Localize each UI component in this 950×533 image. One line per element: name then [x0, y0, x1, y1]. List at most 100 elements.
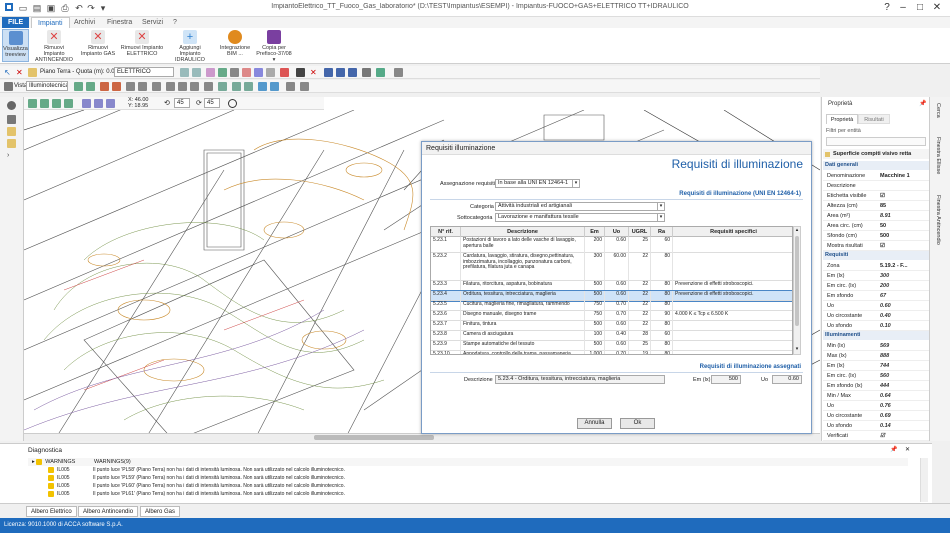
- layer-tool-icon[interactable]: [7, 127, 16, 136]
- diagnostic-row[interactable]: IL005 Il punto luce 'PL59' (Piano Terra) …: [28, 474, 908, 482]
- view-tool-16[interactable]: [270, 82, 279, 91]
- view-tool-9[interactable]: [178, 82, 187, 91]
- layer-icon-15[interactable]: [394, 68, 403, 77]
- layer-icon-5[interactable]: [230, 68, 239, 77]
- layer-icon-4[interactable]: [218, 68, 227, 77]
- property-row[interactable]: Min / Max 0.64: [823, 391, 929, 401]
- open-folder-icon[interactable]: ▤: [31, 2, 43, 14]
- property-row[interactable]: Em (lx) 300: [823, 271, 929, 281]
- layer-icon-12[interactable]: [336, 68, 345, 77]
- side-tab-ellisse[interactable]: Finestra Ellisse: [935, 137, 941, 174]
- snap-icon-2[interactable]: [94, 99, 103, 108]
- layer-icon-14[interactable]: [376, 68, 385, 77]
- assegnazione-select[interactable]: In base alla UNI EN 12464-1 ▾: [495, 179, 580, 188]
- col-em[interactable]: Em: [585, 227, 605, 237]
- property-value[interactable]: ☑: [880, 241, 928, 251]
- table-row[interactable]: 5.23.9 Stampe automatiche del tessuto 500 0…: [431, 341, 792, 351]
- property-section-header[interactable]: Requisiti: [823, 251, 929, 260]
- property-value[interactable]: 0.69: [880, 411, 928, 421]
- layer-icon-11[interactable]: [324, 68, 333, 77]
- table-row[interactable]: 5.23.10 Annodatura, controllo della trama…: [431, 351, 792, 354]
- col-ra[interactable]: Ra: [651, 227, 673, 237]
- undo-icon[interactable]: ↶: [73, 2, 85, 14]
- property-row[interactable]: Area (m²) 8.91: [823, 211, 929, 221]
- property-value[interactable]: Macchine 1: [880, 171, 928, 181]
- minimize-icon[interactable]: –: [896, 1, 910, 15]
- layer-icon-3[interactable]: [206, 68, 215, 77]
- property-value[interactable]: 500: [880, 231, 928, 241]
- hscroll-thumb[interactable]: [314, 435, 434, 440]
- property-value[interactable]: 0.60: [880, 301, 928, 311]
- canvas-hscrollbar[interactable]: [24, 433, 820, 441]
- remove-gas-button[interactable]: ✕ Rimuovi Impianto GAS: [80, 29, 116, 62]
- property-value[interactable]: 0.64: [880, 391, 928, 401]
- property-value[interactable]: 300: [880, 271, 928, 281]
- property-value[interactable]: 569: [880, 341, 928, 351]
- table-row[interactable]: 5.23.1 Postazioni di lavoro a lato delle …: [431, 237, 792, 253]
- view-select[interactable]: Illuminotecnica: [26, 81, 68, 91]
- property-row[interactable]: Em circ. (lx) 560: [823, 371, 929, 381]
- view-tool-8[interactable]: [166, 82, 175, 91]
- diagnostic-row[interactable]: IL005 Il punto luce 'PL61' (Piano Terra) …: [28, 490, 908, 498]
- tab-help[interactable]: ?: [167, 17, 183, 28]
- close-icon[interactable]: ✕: [930, 1, 944, 15]
- property-row[interactable]: Uo sfondo 0.10: [823, 321, 929, 331]
- property-value[interactable]: 0.10: [880, 321, 928, 331]
- property-row[interactable]: Min (lx) 569: [823, 341, 929, 351]
- side-tab-cerca[interactable]: Cerca: [935, 103, 941, 118]
- table-row[interactable]: 5.23.5 Cucitura, maglieria fine, rimaglia…: [431, 301, 792, 311]
- property-row[interactable]: Uo circostante 0.40: [823, 311, 929, 321]
- property-row[interactable]: Uo sfondo 0.14: [823, 421, 929, 431]
- angle-input-1[interactable]: 45: [174, 98, 190, 108]
- property-value[interactable]: 5.19.2 - F...: [880, 261, 928, 271]
- copia-prefisco-button[interactable]: Copia per Prefisco-37/08 ▾: [256, 29, 292, 63]
- sottocategoria-select[interactable]: Lavorazione e manifattura tessile ▾: [495, 213, 665, 222]
- property-value[interactable]: 0.76: [880, 401, 928, 411]
- property-row[interactable]: Descrizione: [823, 181, 929, 191]
- warnings-group[interactable]: ▸ WARNINGS WARNINGS(9): [28, 458, 908, 466]
- tab-albero-antincendio[interactable]: Albero Antincendio: [78, 506, 139, 517]
- property-value[interactable]: ☑: [880, 191, 928, 201]
- remove-elettrico-button[interactable]: ✕ Rimuovi Impianto ELETTRICO: [120, 29, 164, 62]
- table-row[interactable]: 5.23.4 Orditura, tessitura, intrecciatura…: [431, 290, 792, 302]
- view-tool-3[interactable]: [100, 82, 109, 91]
- view-tool-7[interactable]: [152, 82, 161, 91]
- layer-icon-10[interactable]: [296, 68, 305, 77]
- tab-impianti[interactable]: Impianti: [31, 17, 70, 28]
- property-row[interactable]: Em sfondo (lx) 444: [823, 381, 929, 391]
- layer-icon-13[interactable]: [348, 68, 357, 77]
- view-tool-12[interactable]: [218, 82, 227, 91]
- property-row[interactable]: Verificati ☑: [823, 431, 929, 441]
- property-value[interactable]: 744: [880, 361, 928, 371]
- list-icon[interactable]: [7, 115, 16, 124]
- property-value[interactable]: 0.40: [880, 311, 928, 321]
- property-row[interactable]: Uo 0.60: [823, 301, 929, 311]
- zoom-all-icon[interactable]: [64, 99, 73, 108]
- property-row[interactable]: Em (lx) 744: [823, 361, 929, 371]
- property-value[interactable]: 560: [880, 371, 928, 381]
- view-tool-4[interactable]: [112, 82, 121, 91]
- table-row[interactable]: 5.23.8 Camera di asciugatura 100 0.40 28 60: [431, 331, 792, 341]
- col-descrizione[interactable]: Descrizione: [461, 227, 585, 237]
- property-row[interactable]: Altezza (cm) 85: [823, 201, 929, 211]
- zoom-in-icon[interactable]: [28, 99, 37, 108]
- layer-select[interactable]: ELETTRICO: [114, 67, 174, 77]
- property-value[interactable]: ☑: [880, 431, 928, 441]
- property-row[interactable]: Etichetta visibile ☑: [823, 191, 929, 201]
- view-tool-1[interactable]: [74, 82, 83, 91]
- property-value[interactable]: 200: [880, 281, 928, 291]
- property-value[interactable]: 444: [880, 381, 928, 391]
- annulla-button[interactable]: Annulla: [577, 418, 612, 429]
- chevron-right-icon[interactable]: ›: [7, 151, 16, 160]
- layer-icon-2[interactable]: [192, 68, 201, 77]
- remove-antincendio-button[interactable]: ✕ Rimuovi Impianto ANTINCENDIO: [33, 29, 75, 63]
- diagnostics-scrollbar[interactable]: [920, 458, 928, 502]
- tab-albero-elettrico[interactable]: Albero Elettrico: [26, 506, 77, 517]
- view-tool-10[interactable]: [190, 82, 199, 91]
- property-section-header[interactable]: Illuminamenti: [823, 331, 929, 340]
- property-row[interactable]: Zona 5.19.2 - F...: [823, 261, 929, 271]
- integrazione-bim-button[interactable]: Integrazione BIM ...: [218, 29, 252, 62]
- layer-icon-8[interactable]: [266, 68, 275, 77]
- diagnostic-row[interactable]: IL005 Il punto luce 'PL58' (Piano Terra) …: [28, 466, 908, 474]
- zoom-window-icon[interactable]: [52, 99, 61, 108]
